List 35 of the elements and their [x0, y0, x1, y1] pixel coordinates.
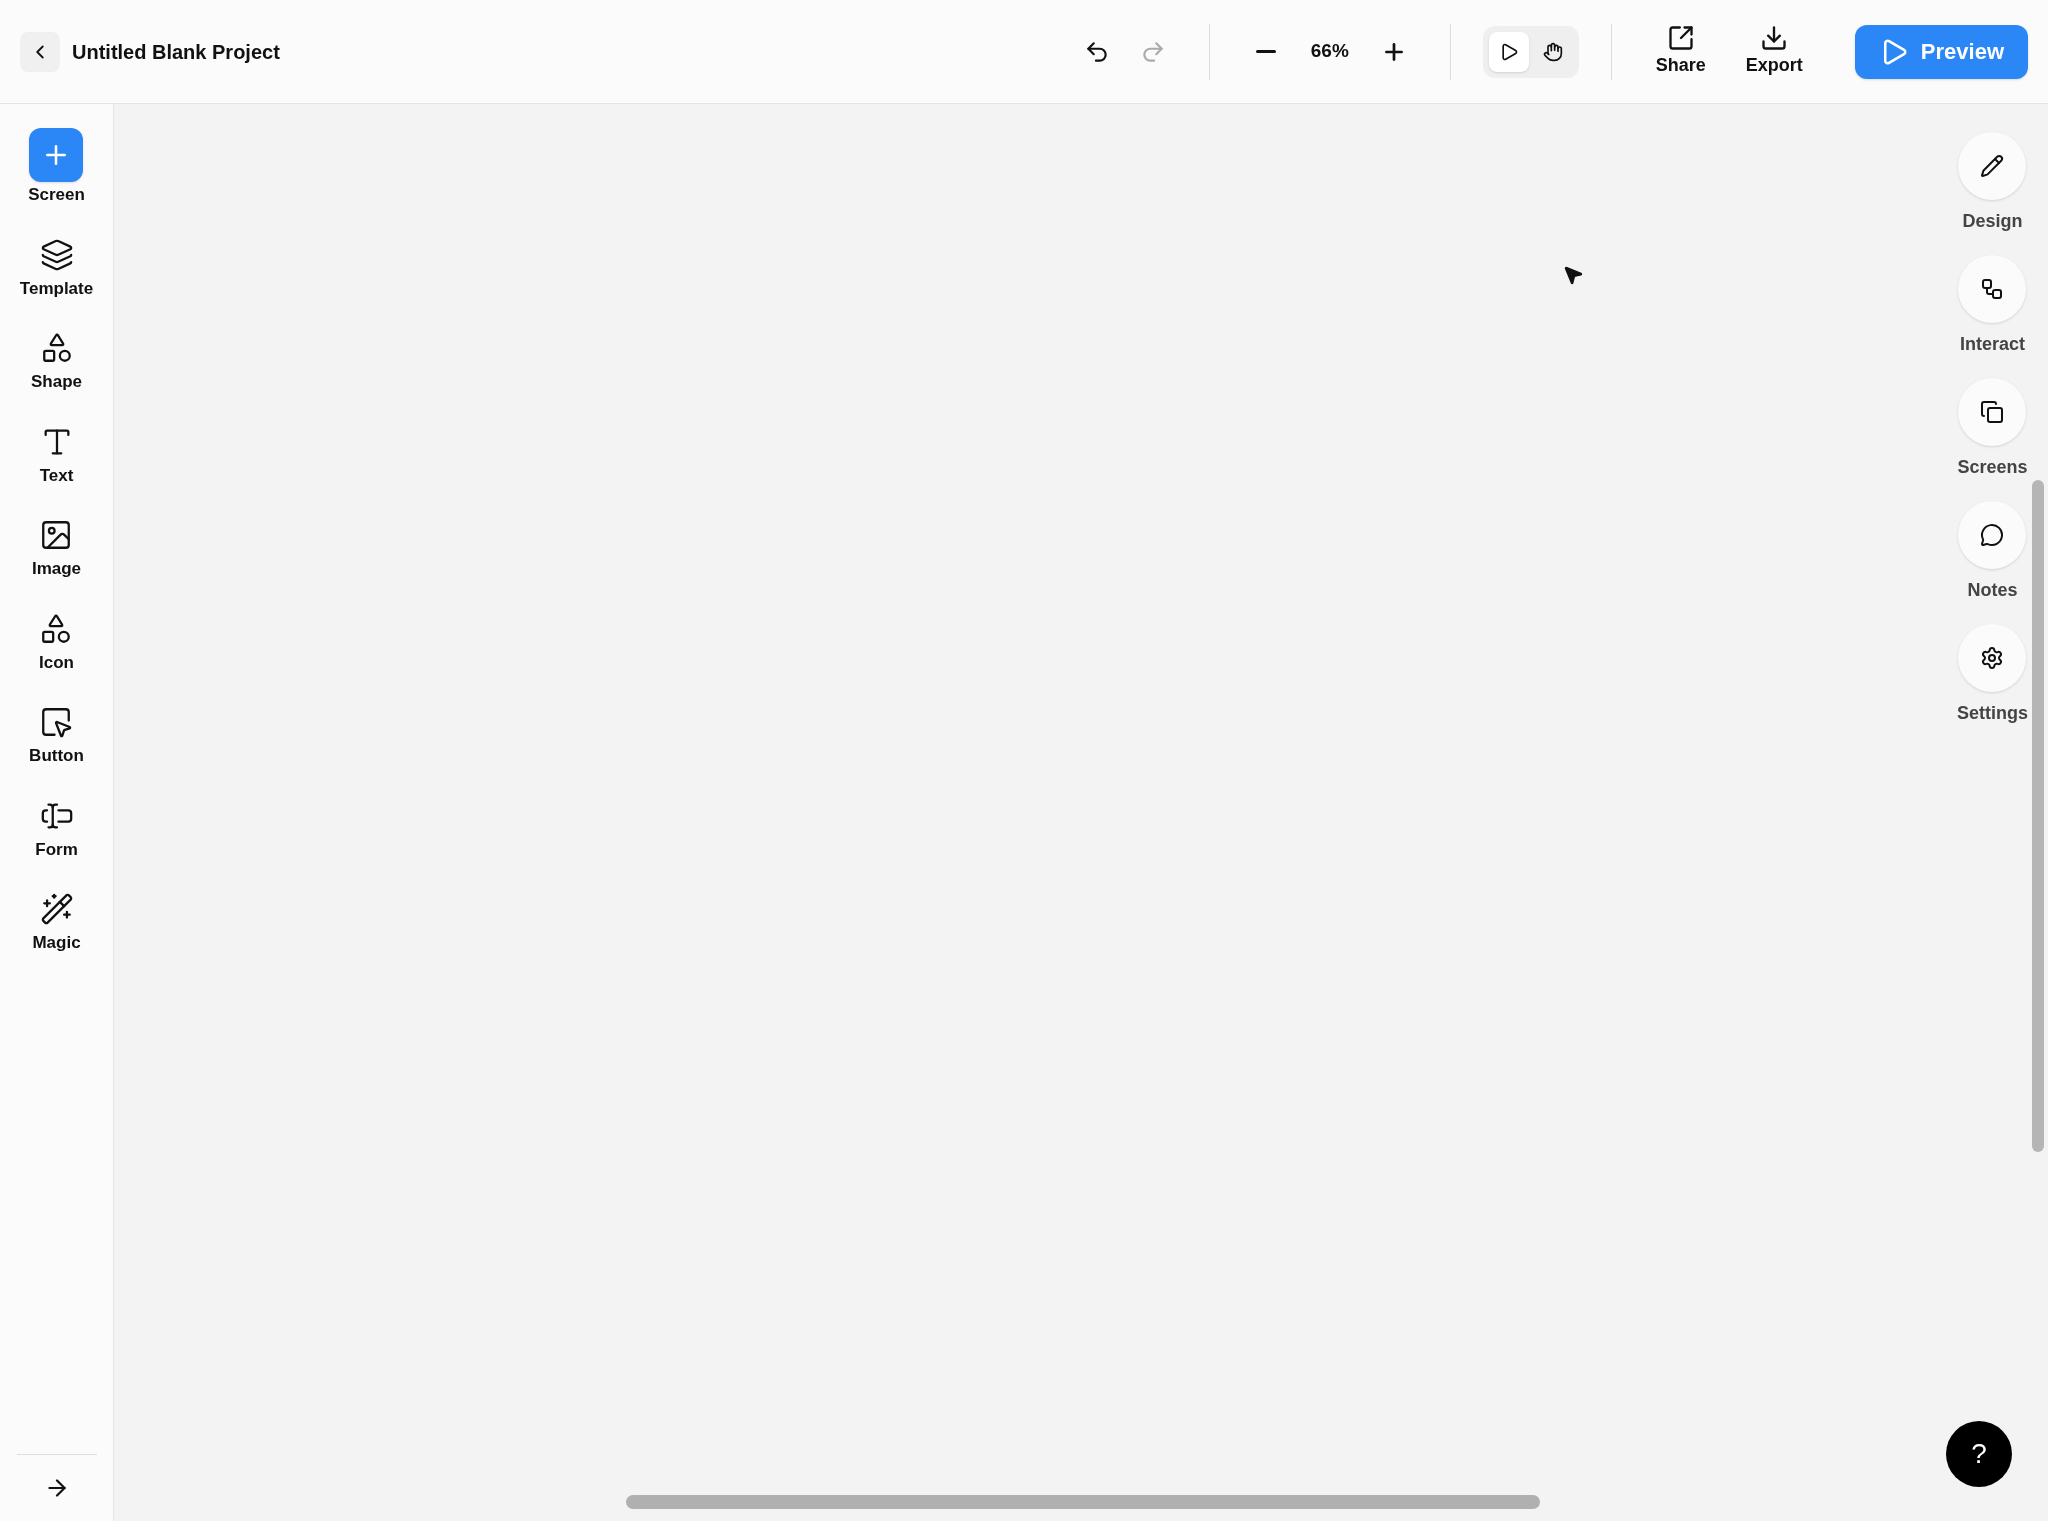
layers-icon: [39, 237, 74, 272]
tool-button[interactable]: Form: [35, 798, 78, 862]
tool-button[interactable]: Icon: [39, 611, 74, 675]
pointer-box-icon: [39, 705, 74, 739]
minus-icon: [1255, 50, 1276, 53]
project-title: Untitled Blank Project: [72, 39, 280, 65]
export-button[interactable]: Export: [1733, 24, 1815, 79]
back-button[interactable]: [20, 31, 60, 72]
tool-button[interactable]: Magic: [32, 892, 81, 956]
tool-button[interactable]: Button: [29, 705, 84, 769]
preview-button[interactable]: Preview: [1854, 24, 2028, 79]
share-icon: [1666, 24, 1695, 52]
settings-icon: [1980, 646, 2005, 670]
panel-button[interactable]: Interact: [1958, 255, 2027, 358]
hand-icon: [1542, 41, 1563, 62]
tool-button[interactable]: Image: [31, 518, 82, 582]
zoom-level: 66%: [1309, 39, 1350, 64]
share-button[interactable]: Share: [1643, 24, 1718, 79]
panel-button[interactable]: Settings: [1957, 624, 2028, 727]
magic-wand-icon: [39, 892, 74, 926]
panel-button[interactable]: Screens: [1957, 378, 2028, 481]
copy-icon: [1980, 400, 2005, 424]
pencil-icon: [1980, 154, 2005, 178]
panel-button[interactable]: Design: [1958, 132, 2027, 235]
pointer-mode-button[interactable]: [1488, 31, 1529, 72]
speech-bubble-icon: [1980, 523, 2005, 547]
download-icon: [1760, 24, 1789, 52]
help-button[interactable]: ?: [1946, 1421, 2012, 1487]
mouse-pointer-icon: [1562, 264, 1584, 286]
nodes-icon: [1980, 277, 2005, 301]
tool-button[interactable]: Shape: [31, 331, 82, 395]
tool-button[interactable]: Text: [39, 424, 74, 488]
tool-button[interactable]: Template: [19, 237, 94, 301]
panel-button[interactable]: Notes: [1958, 501, 2027, 604]
tool-button[interactable]: Screen: [28, 128, 85, 208]
